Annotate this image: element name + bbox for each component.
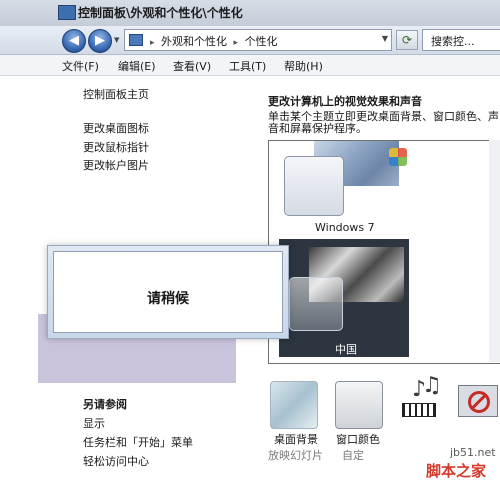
windows7-color-swatch (284, 156, 344, 216)
control-panel-icon (129, 34, 143, 46)
window-color-sub: 自定 (342, 449, 364, 462)
music-note-icon: ♫ (422, 373, 442, 398)
theme-item-china[interactable]: 中国 (279, 239, 409, 357)
recent-pages-dropdown-icon[interactable]: ▼ (114, 36, 119, 44)
menu-bar: 文件(F) 编辑(E) 查看(V) 工具(T) 帮助(H) (0, 55, 500, 76)
control-panel-icon (58, 5, 76, 20)
theme-label: 中国 (335, 343, 357, 356)
menu-view[interactable]: 查看(V) (173, 58, 211, 74)
window-title: 控制面板\外观和个性化\个性化 (78, 6, 243, 20)
china-color-swatch (289, 277, 343, 331)
menu-tools[interactable]: 工具(T) (229, 58, 266, 74)
prohibited-icon (468, 391, 490, 413)
search-input[interactable]: 搜索控... (422, 29, 500, 51)
personalization-window: 控制面板\外观和个性化\个性化 ◀ ▶ ▼ ▸ 外观和个性化 ▸ 个性化 ▼ ⟳… (0, 0, 500, 486)
see-also-ease-of-access[interactable]: 轻松访问中心 (83, 453, 149, 469)
wait-message: 请稍候 (147, 291, 189, 307)
theme-label: Windows 7 (315, 221, 375, 234)
see-also-display[interactable]: 显示 (83, 415, 105, 431)
title-bar: 控制面板\外观和个性化\个性化 (0, 0, 500, 27)
screen-saver-icon[interactable] (458, 381, 498, 427)
desktop-background-sub: 放映幻灯片 (268, 449, 323, 462)
page-description: 单击某个主题立即更改桌面背景、窗口颜色、声音和屏幕保护程序。 (268, 110, 499, 135)
breadcrumb-separator-icon[interactable]: ▸ (150, 38, 155, 48)
see-also-taskbar[interactable]: 任务栏和「开始」菜单 (83, 434, 193, 450)
watermark-site: jb51.net (450, 446, 496, 459)
breadcrumb-separator-icon[interactable]: ▸ (234, 38, 239, 48)
address-dropdown-icon[interactable]: ▼ (382, 34, 388, 43)
sidebar-link-account-picture[interactable]: 更改帐户图片 (83, 157, 149, 173)
breadcrumb-appearance[interactable]: 外观和个性化 (161, 35, 227, 48)
window-color-icon[interactable] (335, 381, 383, 429)
address-row: ◀ ▶ ▼ ▸ 外观和个性化 ▸ 个性化 ▼ ⟳ 搜索控... (0, 26, 500, 55)
menu-file[interactable]: 文件(F) (62, 58, 99, 74)
sounds-icon[interactable]: ♪ ♫ (398, 373, 442, 427)
menu-edit[interactable]: 编辑(E) (118, 58, 156, 74)
window-color-label[interactable]: 窗口颜色 (336, 431, 380, 447)
desktop-background-label[interactable]: 桌面背景 (274, 431, 318, 447)
desktop-background-icon[interactable] (270, 381, 318, 429)
theme-list: Windows 7 中国 (268, 140, 500, 364)
watermark-brand: 脚本之家 (426, 462, 487, 480)
breadcrumb: ▸ 外观和个性化 ▸ 个性化 (147, 33, 278, 49)
forward-button[interactable]: ▶ (88, 29, 112, 53)
wait-dialog-body: 请稍候 (53, 251, 283, 333)
refresh-button[interactable]: ⟳ (396, 30, 418, 50)
back-button[interactable]: ◀ (62, 29, 86, 53)
sidebar-link-mouse-pointers[interactable]: 更改鼠标指针 (83, 139, 149, 155)
sidebar-home-link[interactable]: 控制面板主页 (83, 86, 149, 102)
windows-logo-icon (389, 148, 407, 166)
wait-dialog: 请稍候 (47, 245, 289, 339)
page-heading: 更改计算机上的视觉效果和声音 (268, 95, 422, 108)
sidebar-link-desktop-icons[interactable]: 更改桌面图标 (83, 120, 149, 136)
search-placeholder: 搜索控... (431, 35, 475, 48)
address-bar[interactable]: ▸ 外观和个性化 ▸ 个性化 ▼ (124, 29, 392, 51)
see-also-heading: 另请参阅 (83, 398, 127, 411)
breadcrumb-personalization[interactable]: 个性化 (245, 35, 278, 48)
theme-list-scrollbar[interactable] (489, 140, 500, 362)
piano-keys-icon (402, 403, 436, 417)
menu-help[interactable]: 帮助(H) (284, 58, 323, 74)
